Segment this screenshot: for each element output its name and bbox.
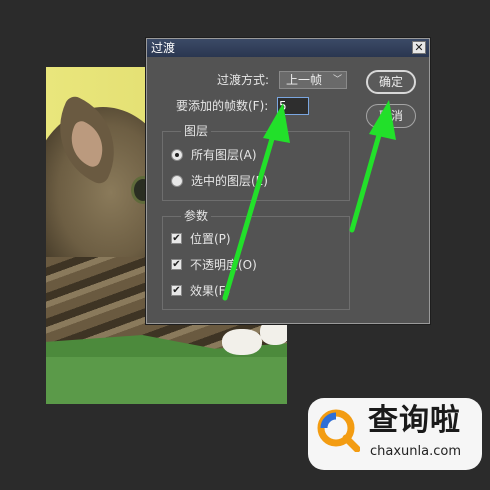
dialog-titlebar[interactable]: 过渡 ✕ — [147, 39, 429, 57]
frames-input[interactable]: 5 — [277, 97, 309, 115]
chevron-down-icon: ﹀ — [332, 75, 342, 85]
position-label[interactable]: 位置(P) — [190, 232, 231, 246]
frames-label: 要添加的帧数(F): — [176, 99, 269, 113]
layers-group — [162, 131, 350, 201]
ok-button[interactable]: 确定 — [366, 70, 416, 94]
selected-layers-label[interactable]: 选中的图层(E) — [191, 174, 268, 188]
layers-group-label: 图层 — [181, 124, 212, 138]
tween-method-value: 上一帧 — [286, 73, 323, 87]
magnifier-logo-icon — [317, 409, 360, 452]
effects-checkbox[interactable]: ✔ — [171, 285, 182, 296]
effects-label[interactable]: 效果(F) — [190, 284, 230, 298]
watermark-brand: 查询啦 — [368, 403, 461, 438]
dialog-title: 过渡 — [151, 41, 176, 55]
tween-method-label: 过渡方式: — [217, 73, 270, 87]
tween-method-select[interactable]: 上一帧 ﹀ — [279, 71, 347, 89]
opacity-checkbox[interactable]: ✔ — [171, 259, 182, 270]
all-layers-radio[interactable] — [171, 149, 183, 161]
position-checkbox[interactable]: ✔ — [171, 233, 182, 244]
all-layers-label[interactable]: 所有图层(A) — [191, 148, 257, 162]
photoshop-workspace: 过渡 ✕ 过渡方式: 上一帧 ﹀ 要添加的帧数(F): 5 图层 所有图层(A)… — [0, 0, 490, 490]
close-button[interactable]: ✕ — [412, 41, 426, 54]
watermark-badge: 查询啦 chaxunla.com — [308, 398, 482, 470]
selected-layers-radio[interactable] — [171, 175, 183, 187]
watermark-url: chaxunla.com — [370, 444, 461, 459]
cancel-button[interactable]: 取消 — [366, 104, 416, 128]
params-group-label: 参数 — [181, 209, 212, 223]
tween-dialog: 过渡 ✕ 过渡方式: 上一帧 ﹀ 要添加的帧数(F): 5 图层 所有图层(A)… — [146, 38, 430, 324]
opacity-label[interactable]: 不透明度(O) — [190, 258, 257, 272]
